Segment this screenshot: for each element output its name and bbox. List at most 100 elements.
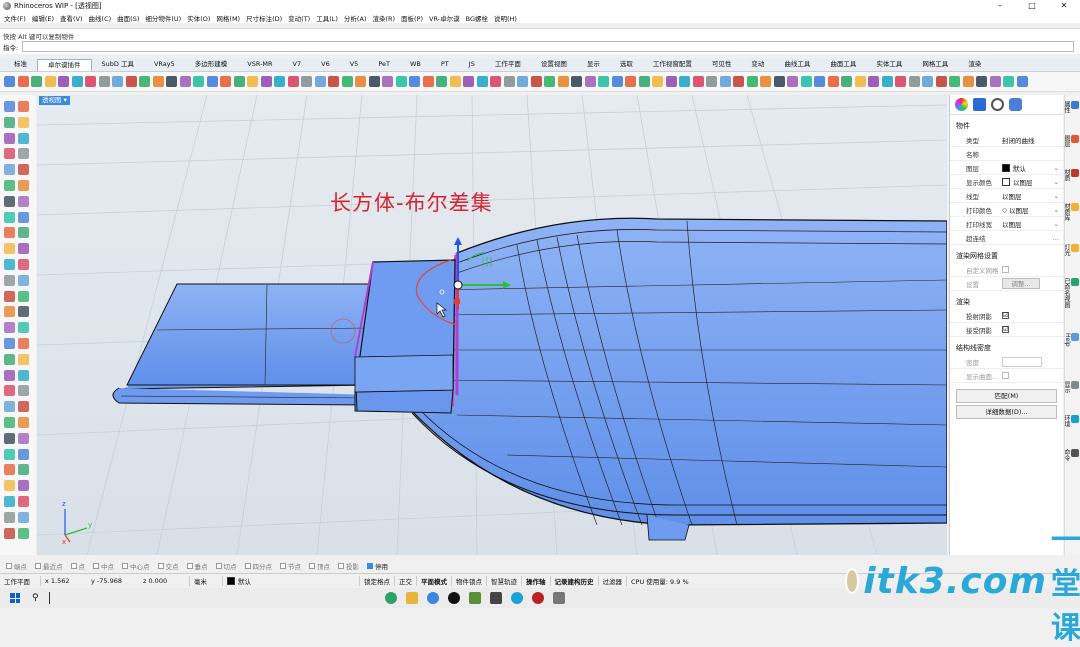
show-surface-checkbox[interactable] xyxy=(1002,372,1009,379)
left-tool-icon[interactable] xyxy=(18,417,29,428)
toolbar-tool-icon[interactable] xyxy=(274,76,285,87)
menu-item-14[interactable]: VR-卓尔谟 xyxy=(429,13,460,23)
toolbar-tool-icon[interactable] xyxy=(476,76,488,87)
side-tab-1[interactable]: 图层 xyxy=(1063,135,1079,147)
left-tool-icon[interactable] xyxy=(4,417,15,428)
tab-3[interactable]: VRay5 xyxy=(144,59,185,71)
toolbar-tool-icon[interactable] xyxy=(58,76,69,87)
status-toggle[interactable]: 过滤器 xyxy=(599,575,627,586)
toolbar-tool-icon[interactable] xyxy=(841,76,852,87)
toolbar-tool-icon[interactable] xyxy=(517,76,528,87)
left-tool-icon[interactable] xyxy=(18,306,29,318)
status-units[interactable]: 毫米 xyxy=(190,576,222,586)
density-input[interactable] xyxy=(1002,356,1042,367)
taskbar-app3-icon[interactable] xyxy=(489,592,502,604)
menu-item-1[interactable]: 编辑(E) xyxy=(32,13,54,23)
tab-19[interactable]: 变动 xyxy=(741,59,774,71)
toolbar-tool-icon[interactable] xyxy=(220,76,231,87)
property-value[interactable]: ◇ 以图层 ⌄ xyxy=(1002,205,1063,215)
left-tool-icon[interactable] xyxy=(4,511,15,523)
osnap-checkbox[interactable] xyxy=(280,563,286,569)
side-tab-4[interactable]: 灯光 xyxy=(1063,244,1079,256)
toolbar-tool-icon[interactable] xyxy=(598,76,609,87)
custom-mesh-checkbox[interactable] xyxy=(1002,266,1009,273)
left-tool-icon[interactable] xyxy=(4,496,15,507)
search-icon[interactable]: ⚲ xyxy=(32,593,39,603)
left-tool-icon[interactable] xyxy=(4,306,15,318)
tab-4[interactable]: 多边形建模 xyxy=(185,59,238,71)
viewport-label[interactable]: 透视图 ▾ xyxy=(39,96,70,105)
toolbar-tool-icon[interactable] xyxy=(98,76,110,87)
left-tool-icon[interactable] xyxy=(18,227,29,239)
match-button[interactable]: 匹配(M) xyxy=(956,389,1057,403)
tab-8[interactable]: V5 xyxy=(340,59,369,71)
side-tab-8[interactable]: 环境 xyxy=(1063,415,1079,427)
toolbar-tool-icon[interactable] xyxy=(112,76,123,87)
toolbar-tool-icon[interactable] xyxy=(949,76,960,87)
toolbar-tool-icon[interactable] xyxy=(854,76,866,87)
left-tool-icon[interactable] xyxy=(18,180,29,191)
osnap-item[interactable]: 投影 xyxy=(338,561,359,571)
osnap-item[interactable]: 垂点 xyxy=(186,561,208,571)
tab-13[interactable]: 工作平面 xyxy=(485,59,531,71)
menu-item-8[interactable]: 尺寸标注(D) xyxy=(246,13,282,23)
tab-2[interactable]: SubD 工具 xyxy=(92,59,144,71)
left-tool-icon[interactable] xyxy=(4,353,15,365)
toolbar-tool-icon[interactable] xyxy=(557,76,569,87)
osnap-checkbox[interactable] xyxy=(215,563,222,569)
tab-12[interactable]: JS xyxy=(459,59,485,71)
status-toggle[interactable]: 记录建构历史 xyxy=(551,575,599,586)
toolbar-tool-icon[interactable] xyxy=(287,76,299,87)
left-tool-icon[interactable] xyxy=(18,338,29,349)
tab-1[interactable]: 卓尔谟插件 xyxy=(37,59,92,71)
left-tool-icon[interactable] xyxy=(4,180,15,191)
left-tool-icon[interactable] xyxy=(18,148,29,160)
left-tool-icon[interactable] xyxy=(18,369,29,381)
color-icon[interactable] xyxy=(955,98,968,111)
tab-7[interactable]: V6 xyxy=(311,59,340,71)
osnap-checkbox[interactable] xyxy=(367,563,373,569)
menu-item-5[interactable]: 细分物件(U) xyxy=(145,13,181,23)
perspective-viewport[interactable]: 透视图 ▾ z y x 长方体-布尔差集 xyxy=(37,95,947,555)
left-tool-icon[interactable] xyxy=(4,527,15,539)
box-solid[interactable] xyxy=(354,259,456,414)
toolbar-tool-icon[interactable] xyxy=(773,76,785,87)
taskbar-app2-icon[interactable] xyxy=(468,592,481,604)
folder-icon[interactable] xyxy=(405,592,418,604)
side-tab-7[interactable]: 显示 xyxy=(1063,381,1079,393)
menu-item-9[interactable]: 变动(T) xyxy=(288,13,310,23)
toolbar-tool-icon[interactable] xyxy=(706,76,717,87)
left-tool-icon[interactable] xyxy=(18,527,29,539)
osnap-item[interactable]: 点 xyxy=(70,561,85,571)
toolbar-tool-icon[interactable] xyxy=(166,76,177,87)
status-toggle[interactable]: 物件锁点 xyxy=(452,575,487,586)
osnap-item[interactable]: 节点 xyxy=(280,561,301,571)
toolbar-tool-icon[interactable] xyxy=(368,76,380,87)
left-tool-icon[interactable] xyxy=(18,290,29,302)
toolbar-tool-icon[interactable] xyxy=(233,76,245,87)
toolbar-tool-icon[interactable] xyxy=(962,76,974,87)
left-tool-icon[interactable] xyxy=(4,432,15,444)
material-icon[interactable] xyxy=(973,98,986,111)
edge-icon[interactable] xyxy=(510,592,523,604)
toolbar-tool-icon[interactable] xyxy=(976,76,987,87)
left-tool-icon[interactable] xyxy=(4,385,15,397)
left-tool-icon[interactable] xyxy=(18,448,29,460)
toolbar-tool-icon[interactable] xyxy=(503,76,515,87)
osnap-item[interactable]: 切点 xyxy=(215,561,237,571)
left-tool-icon[interactable] xyxy=(4,243,15,255)
left-tool-icon[interactable] xyxy=(18,322,29,334)
toolbar-tool-icon[interactable] xyxy=(301,76,312,87)
osnap-checkbox[interactable] xyxy=(93,563,99,569)
toolbar-tool-icon[interactable] xyxy=(4,76,15,87)
details-button[interactable]: 详细数据(D)... xyxy=(956,405,1057,419)
osnap-checkbox[interactable] xyxy=(6,563,12,569)
left-tool-icon[interactable] xyxy=(18,195,29,207)
left-tool-icon[interactable] xyxy=(18,211,29,223)
tab-9[interactable]: PeT xyxy=(368,59,400,71)
toolbar-tool-icon[interactable] xyxy=(179,76,191,87)
toolbar-tool-icon[interactable] xyxy=(490,76,501,87)
left-tool-icon[interactable] xyxy=(4,132,15,144)
toolbar-tool-icon[interactable] xyxy=(44,76,56,87)
left-tool-icon[interactable] xyxy=(4,322,15,334)
